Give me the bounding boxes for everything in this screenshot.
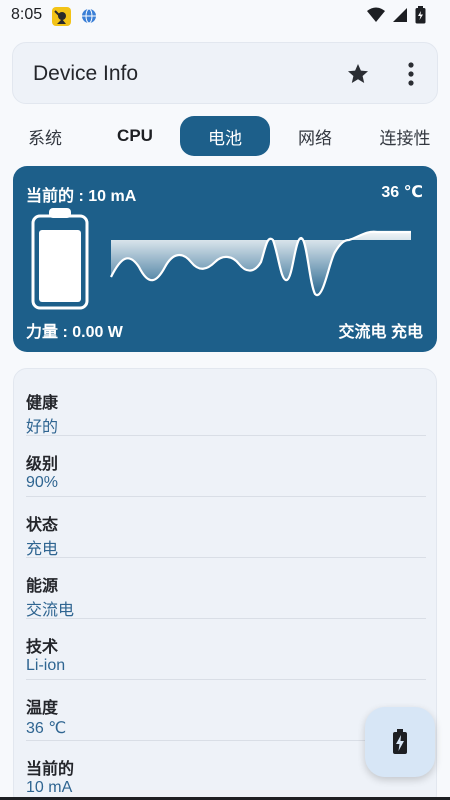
signal-icon (393, 8, 407, 22)
battery-action-button[interactable] (365, 707, 435, 777)
more-vert-icon (408, 62, 414, 86)
info-row-level: 级别 90% (26, 436, 426, 497)
info-label: 当前的 (26, 761, 75, 778)
tab-system[interactable]: 系统 (8, 116, 82, 156)
battery-summary-card: 当前的 : 10 mA 36 ℃ 力量 : 0.00 W 交流电 充电 (13, 166, 437, 352)
info-label: 状态 (26, 517, 59, 534)
tab-cpu[interactable]: CPU (98, 116, 172, 156)
tab-bar: 系统 CPU 电池 网络 连接性 (0, 116, 450, 158)
info-label: 能源 (26, 578, 59, 595)
tab-battery[interactable]: 电池 (180, 116, 270, 156)
tab-connectivity[interactable]: 连接性 (364, 116, 446, 156)
info-value: 好的 (26, 419, 59, 436)
info-value: 交流电 (26, 602, 75, 619)
status-bar: 8:05 (0, 0, 450, 32)
battery-icon (415, 6, 426, 24)
info-row-technology: 技术 Li-ion (26, 619, 426, 680)
battery-level-icon (31, 208, 89, 310)
info-value: 36 ℃ (26, 720, 67, 737)
info-value: Li-ion (26, 657, 66, 674)
star-icon (348, 64, 368, 83)
globe-icon (81, 8, 97, 29)
app-bar: Device Info (12, 42, 438, 104)
battery-charging-icon (393, 729, 407, 754)
notification-app-icon (52, 7, 71, 26)
current-history-graph (110, 230, 411, 297)
info-label: 级别 (26, 456, 59, 473)
current-readout: 当前的 : 10 mA (26, 188, 137, 205)
info-value: 90% (26, 474, 59, 491)
info-label: 技术 (26, 639, 59, 656)
info-value: 10 mA (26, 779, 73, 796)
favorite-button[interactable] (346, 62, 370, 86)
charge-status: 交流电 充电 (338, 324, 423, 341)
app-title: Device Info (33, 62, 139, 85)
tab-network[interactable]: 网络 (278, 116, 352, 156)
info-row-status: 状态 充电 (26, 497, 426, 558)
battery-level-fill (39, 230, 81, 302)
power-readout: 力量 : 0.00 W (26, 324, 123, 341)
more-options-button[interactable] (405, 61, 417, 87)
status-icons (367, 6, 426, 24)
info-row-health: 健康 好的 (26, 375, 426, 436)
info-row-power-source: 能源 交流电 (26, 558, 426, 619)
info-label: 健康 (26, 395, 59, 412)
status-time: 8:05 (11, 6, 43, 23)
info-label: 温度 (26, 700, 59, 717)
info-value: 充电 (26, 541, 59, 558)
wifi-icon (367, 7, 385, 22)
temperature-readout: 36 ℃ (381, 184, 423, 201)
